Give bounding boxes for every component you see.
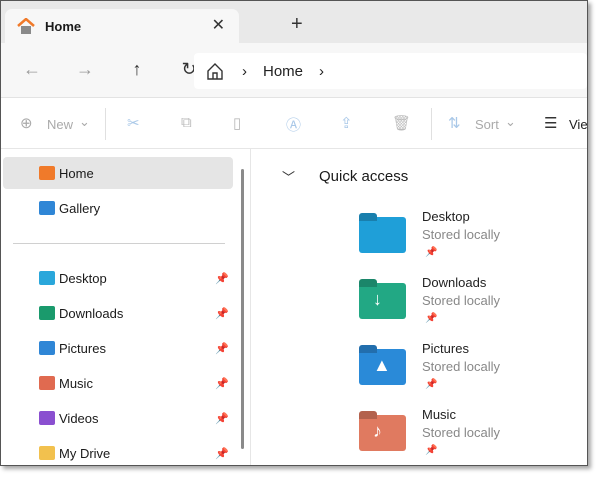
pin-icon: 📌 [425,445,438,456]
sidebar-item-my-drive[interactable]: My Drive 📌 [3,437,233,465]
folder-icon [39,306,55,320]
new-button[interactable]: New [47,117,73,132]
item-name: Music [422,407,456,422]
home-icon [17,18,35,34]
pin-icon[interactable]: 📌 [215,342,229,355]
sidebar-item-desktop[interactable]: Desktop 📌 [3,262,233,294]
item-name: Desktop [422,209,470,224]
address-bar[interactable]: › Home › [194,53,587,89]
pin-icon: 📌 [425,313,438,324]
breadcrumb-home[interactable]: Home [263,63,303,80]
breadcrumb-separator[interactable]: › [319,63,324,80]
sort-button[interactable]: Sort [475,117,499,132]
new-tab-button[interactable]: + [291,13,303,36]
view-button[interactable]: View [569,117,587,132]
divider [431,108,432,140]
forward-button[interactable]: → [73,59,97,80]
item-name: Pictures [422,341,469,356]
tab-title: Home [45,18,82,34]
chevron-down-icon: ⌄ [505,114,516,129]
divider [13,243,225,244]
section-title: Quick access [319,168,409,185]
quick-access-item[interactable]: ♪ Music Stored locally 📌 [359,407,587,465]
pin-icon: 📌 [425,379,438,390]
paste-icon[interactable]: ▯ [233,114,241,132]
pin-icon[interactable]: 📌 [215,412,229,425]
sidebar-item-label: Pictures [59,340,106,356]
folder-icon [359,217,406,253]
navigation-bar: ← → ↑ ↻ › Home › [1,43,587,98]
pin-icon[interactable]: 📌 [215,377,229,390]
sidebar-item-videos[interactable]: Videos 📌 [3,402,233,434]
sidebar-item-label: Music [59,375,93,391]
sidebar-item-label: Desktop [59,270,107,286]
sidebar-item-pictures[interactable]: Pictures 📌 [3,332,233,364]
folder-icon: ♪ [359,415,406,451]
folder-icon [39,376,55,390]
pin-icon[interactable]: 📌 [215,447,229,460]
sidebar-item-label: My Drive [59,445,111,461]
back-button[interactable]: ← [20,59,44,80]
chevron-down-icon: ⌄ [79,114,90,129]
sidebar-item-label: Videos [59,410,99,426]
navigation-pane: Home Gallery Desktop 📌 Downloads 📌 Pictures 📌 Mu… [1,149,251,465]
close-tab-icon[interactable]: ✕ [212,15,225,35]
divider [105,108,106,140]
home-outline-icon [207,63,223,80]
file-explorer-window: Home ✕ + ← → ↑ ↻ › Home › ⊕ New ⌄ ✂ ⧉ ▯ … [0,0,588,466]
item-status: Stored locally [422,425,501,440]
tab-home[interactable]: Home ✕ [5,9,239,43]
rename-icon[interactable]: Ⓐ [286,114,301,135]
chevron-down-icon[interactable]: ﹀ [282,167,295,186]
sidebar-item-downloads[interactable]: Downloads 📌 [3,297,233,329]
pin-icon[interactable]: 📌 [215,307,229,320]
sidebar-item-home[interactable]: Home [3,157,233,189]
folder-icon: ↓ [359,283,406,319]
sidebar-item-label: Downloads [59,305,124,321]
folder-icon [39,341,55,355]
plus-circle-icon: ⊕ [20,115,33,132]
sidebar-item-label: Gallery [59,200,101,216]
folder-icon [39,201,55,215]
item-status: Stored locally [422,227,501,242]
folder-icon [39,271,55,285]
view-icon: ☰ [544,115,558,132]
folder-icon [39,166,55,180]
folder-icon: ▲ [359,349,406,385]
folder-icon [39,411,55,425]
quick-access-item[interactable]: ↓ Downloads Stored locally 📌 [359,275,587,335]
share-icon[interactable]: ⇪ [340,114,353,132]
pin-icon[interactable]: 📌 [215,272,229,285]
sidebar-item-label: Home [59,165,94,181]
quick-access-item[interactable]: Desktop Stored locally 📌 [359,209,587,269]
delete-icon[interactable]: 🗑 [392,114,411,132]
command-bar: ⊕ New ⌄ ✂ ⧉ ▯ Ⓐ ⇪ 🗑 ⇅ Sort ⌄ ☰ View [1,98,587,149]
item-status: Stored locally [422,293,501,308]
breadcrumb-separator[interactable]: › [242,63,247,80]
copy-icon[interactable]: ⧉ [181,114,192,131]
up-button[interactable]: ↑ [125,59,149,80]
sidebar-item-music[interactable]: Music 📌 [3,367,233,399]
quick-access-item[interactable]: ▲ Pictures Stored locally 📌 [359,341,587,401]
quick-access-header[interactable]: ﹀ Quick access [282,167,408,186]
sidebar-item-gallery[interactable]: Gallery [3,192,233,224]
folder-icon [39,446,55,460]
item-name: Downloads [422,275,487,290]
content-pane: ﹀ Quick access Desktop Stored locally 📌 ↓ Do… [252,149,587,465]
cut-icon[interactable]: ✂ [127,114,140,132]
scrollbar[interactable] [241,169,244,449]
tab-bar: Home ✕ + [1,1,587,43]
item-status: Stored locally [422,359,501,374]
pin-icon: 📌 [425,247,438,258]
sort-icon: ⇅ [448,115,461,132]
